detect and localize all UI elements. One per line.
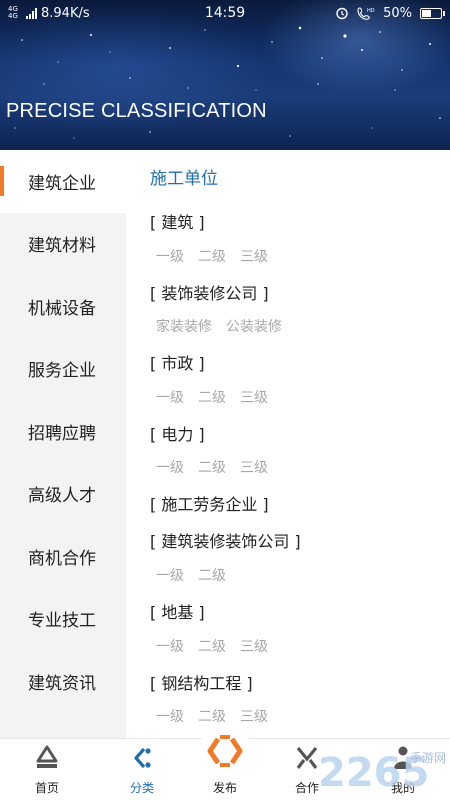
sub-category-item[interactable]: 一级 (156, 636, 184, 656)
sidebar-item-building-materials[interactable]: 建筑材料 (0, 213, 126, 276)
sub-category-item[interactable]: 三级 (240, 387, 268, 407)
cooperation-icon (296, 746, 318, 769)
category-group: [ 装饰装修公司 ] (150, 280, 269, 304)
sub-category-item[interactable]: 公装装修 (226, 316, 282, 336)
sidebar-item-senior-talent[interactable]: 高级人才 (0, 463, 126, 526)
sub-category-item[interactable]: 一级 (156, 565, 184, 585)
sub-category-item[interactable]: 二级 (198, 387, 226, 407)
sidebar-item-service-enterprise[interactable]: 服务企业 (0, 338, 126, 401)
nav-publish[interactable]: 发布 (190, 735, 260, 800)
sidebar-item-skilled-workers[interactable]: 专业技工 (0, 588, 126, 651)
sub-category-item[interactable]: 一级 (156, 457, 184, 477)
hero-title: PRECISE CLASSIFICATION (6, 100, 267, 122)
category-group: [ 地基 ] (150, 599, 205, 623)
nav-label: 发布 (212, 781, 237, 795)
battery-icon (420, 7, 445, 19)
svg-text:HD: HD (367, 8, 375, 14)
sub-category-item[interactable]: 二级 (198, 457, 226, 477)
clock: 14:59 (204, 5, 246, 21)
alarm-icon (336, 7, 348, 20)
sub-category-item[interactable]: 二级 (198, 565, 226, 585)
nav-label: 分类 (129, 781, 154, 795)
sub-category-item[interactable]: 一级 (156, 706, 184, 726)
category-group: [ 市政 ] (150, 350, 205, 374)
category-group: [ 建筑 ] (150, 209, 205, 233)
group-title[interactable]: [ 施工劳务企业 ] (150, 491, 269, 515)
category-content: 施工单位 [ 建筑 ] 一级 二级 三级 [ 装饰装修公司 ] 家装装修 公装装… (126, 150, 450, 738)
sub-category-item[interactable]: 三级 (240, 246, 268, 266)
category-group: [ 钢结构工程 ] (150, 670, 253, 694)
status-bar: 4G 4G 8.94K/s 14:59 HD 50% (0, 0, 450, 26)
group-title[interactable]: [ 市政 ] (150, 350, 205, 374)
sub-category-item[interactable]: 一级 (156, 387, 184, 407)
publish-icon (207, 735, 243, 767)
sub-category-item[interactable]: 家装装修 (156, 316, 212, 336)
category-group: [ 电力 ] (150, 421, 205, 445)
nav-home[interactable]: 首页 (12, 739, 82, 800)
svg-text:手游网: 手游网 (410, 751, 446, 765)
hero-banner: 4G 4G 8.94K/s 14:59 HD 50% PRECISE CLASS… (0, 0, 450, 150)
group-title[interactable]: [ 建筑装修装饰公司 ] (150, 528, 301, 552)
category-group: [ 施工劳务企业 ] (150, 491, 269, 515)
network-type: 4G 4G (8, 5, 18, 20)
sidebar-item-recruitment[interactable]: 招聘应聘 (0, 400, 126, 463)
group-title[interactable]: [ 钢结构工程 ] (150, 670, 253, 694)
sidebar-item-business-cooperation[interactable]: 商机合作 (0, 525, 126, 588)
category-icon (134, 747, 151, 769)
group-title[interactable]: [ 地基 ] (150, 599, 205, 623)
sub-category-item[interactable]: 三级 (240, 636, 268, 656)
group-title[interactable]: [ 装饰装修公司 ] (150, 280, 269, 304)
sidebar-item-machinery[interactable]: 机械设备 (0, 275, 126, 338)
sub-category-item[interactable]: 三级 (240, 457, 268, 477)
home-icon (36, 745, 58, 768)
sub-category-item[interactable]: 二级 (198, 706, 226, 726)
battery-percent: 50% (383, 5, 412, 21)
hd-call-icon: HD (357, 7, 375, 20)
network-speed: 8.94K/s (41, 5, 90, 21)
signal-icon (26, 7, 37, 19)
sidebar-item-construction-enterprise[interactable]: 建筑企业 (0, 150, 126, 213)
sub-category-item[interactable]: 二级 (198, 246, 226, 266)
group-title[interactable]: [ 电力 ] (150, 421, 205, 445)
category-sidebar: 建筑企业 建筑材料 机械设备 服务企业 招聘应聘 高级人才 商机合作 专业技工 … (0, 150, 126, 738)
sub-category-item[interactable]: 二级 (198, 636, 226, 656)
nav-category[interactable]: 分类 (107, 739, 177, 800)
sidebar-item-construction-news[interactable]: 建筑资讯 (0, 650, 126, 713)
sub-category-item[interactable]: 三级 (240, 706, 268, 726)
watermark-logo: 2265 手游网 (318, 750, 446, 796)
nav-label: 首页 (34, 781, 59, 795)
sub-category-item[interactable]: 一级 (156, 246, 184, 266)
section-title: 施工单位 (150, 169, 218, 189)
category-group: [ 建筑装修装饰公司 ] (150, 528, 301, 552)
group-title[interactable]: [ 建筑 ] (150, 209, 205, 233)
